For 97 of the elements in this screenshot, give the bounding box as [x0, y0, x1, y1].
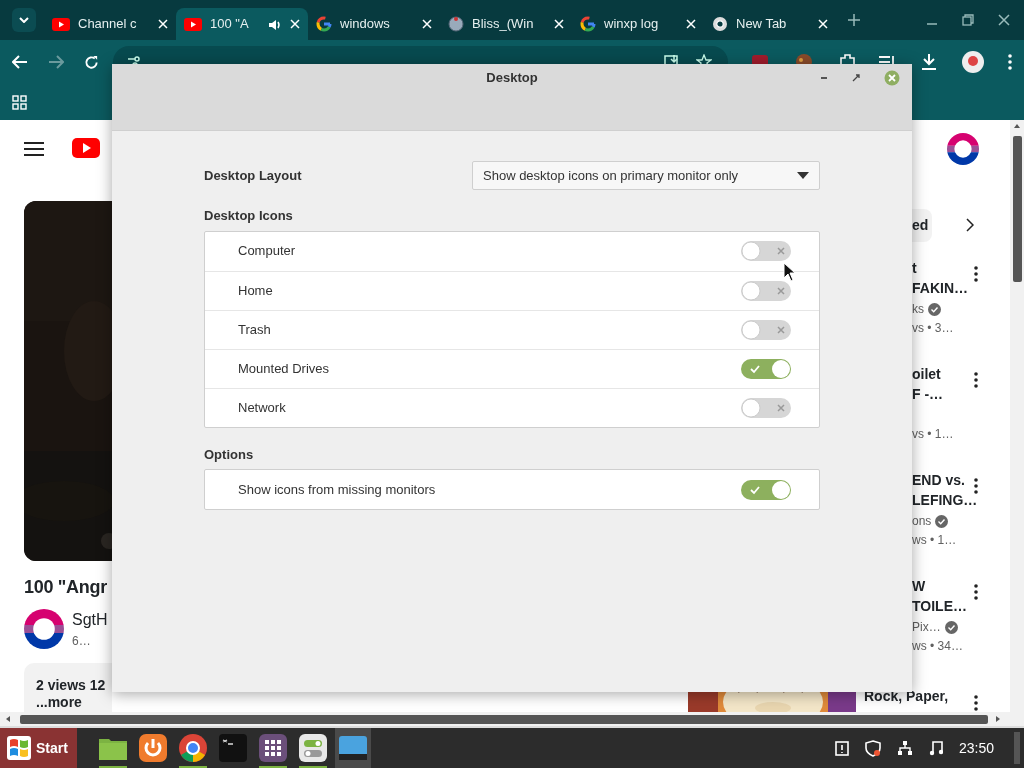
- channel-name[interactable]: Pix…: [912, 618, 941, 637]
- google-icon: [316, 16, 332, 32]
- layout-dropdown[interactable]: Show desktop icons on primary monitor only: [472, 161, 820, 190]
- more-icon[interactable]: [974, 371, 978, 388]
- subscriber-count: 6…: [72, 633, 92, 650]
- chevron-right-icon[interactable]: [966, 218, 975, 232]
- video-title[interactable]: t: [912, 258, 974, 278]
- toggle-switch[interactable]: [741, 280, 791, 301]
- scrollbar-thumb[interactable]: [1013, 136, 1022, 282]
- windows-logo-icon: [6, 735, 32, 761]
- video-stats: ws • 34…: [912, 638, 964, 655]
- video-title[interactable]: oilet: [912, 364, 974, 384]
- horizontal-scrollbar[interactable]: [0, 712, 1024, 726]
- download-icon[interactable]: [920, 53, 938, 71]
- setting-label: Trash: [238, 320, 271, 339]
- apps-grid-icon[interactable]: [12, 94, 27, 110]
- filter-chip[interactable]: ed: [912, 208, 933, 242]
- menu-icon[interactable]: [24, 141, 44, 157]
- clipboard-icon[interactable]: [834, 740, 849, 756]
- network-icon[interactable]: [896, 740, 913, 756]
- setting-label: Home: [238, 281, 273, 300]
- browser-tab[interactable]: Channel c: [44, 8, 176, 40]
- close-icon[interactable]: [554, 19, 564, 29]
- youtube-logo[interactable]: [72, 138, 100, 160]
- channel-name[interactable]: SgtH: [72, 608, 108, 632]
- maximize-button[interactable]: [852, 74, 860, 82]
- chrome-icon: [712, 16, 728, 32]
- more-icon[interactable]: [974, 694, 978, 711]
- more-icon[interactable]: [974, 583, 978, 600]
- tab-list-button[interactable]: [12, 8, 36, 32]
- video-stats: vs • 1…: [912, 426, 955, 443]
- browser-tab[interactable]: winxp log: [572, 8, 704, 40]
- restore-button[interactable]: [962, 14, 974, 26]
- toggle-switch[interactable]: [741, 241, 791, 261]
- new-tab-button[interactable]: [848, 14, 860, 26]
- browser-tab[interactable]: Bliss_(Win: [440, 8, 572, 40]
- toggle-switch[interactable]: [741, 358, 791, 379]
- setting-label: Network: [238, 398, 286, 417]
- setting-label: Mounted Drives: [238, 359, 330, 378]
- cursor-icon: [783, 262, 797, 282]
- more-icon[interactable]: [974, 265, 978, 282]
- toggle-switch[interactable]: [741, 479, 791, 500]
- minimize-button[interactable]: [820, 76, 828, 80]
- close-icon[interactable]: [686, 19, 696, 29]
- video-title[interactable]: END vs.: [912, 470, 974, 490]
- browser-tab[interactable]: New Tab: [704, 8, 836, 40]
- video-title[interactable]: W: [912, 576, 974, 596]
- close-icon[interactable]: [422, 19, 432, 29]
- close-button[interactable]: [998, 14, 1010, 26]
- video-title: 100 "Angr: [24, 576, 108, 598]
- vertical-scrollbar[interactable]: [1010, 120, 1024, 712]
- channel-name[interactable]: ons: [912, 512, 932, 531]
- globe-icon: [448, 16, 464, 32]
- video-title[interactable]: FAKIN…: [912, 278, 974, 298]
- toggle-switch[interactable]: [741, 397, 791, 418]
- toggle-switch[interactable]: [741, 319, 791, 340]
- section-heading: Desktop Icons: [204, 207, 294, 225]
- video-title[interactable]: TOILE…: [912, 596, 974, 616]
- setting-label: Show icons from missing monitors: [238, 480, 436, 499]
- view-count: 2 views 12: [36, 677, 107, 694]
- video-title[interactable]: LEFING…: [912, 490, 974, 510]
- setting-label: Computer: [238, 242, 296, 261]
- back-button[interactable]: [12, 55, 28, 69]
- chevron-down-icon: [19, 17, 29, 23]
- start-button[interactable]: Start: [0, 728, 77, 768]
- close-icon[interactable]: [158, 19, 168, 29]
- channel-name[interactable]: ks: [912, 300, 924, 319]
- browser-tab[interactable]: 100 "A: [176, 8, 308, 40]
- video-stats: ws • 1…: [912, 532, 958, 549]
- video-title[interactable]: F -…: [912, 384, 974, 404]
- more-link[interactable]: ...more: [36, 694, 112, 711]
- close-icon[interactable]: [818, 19, 828, 29]
- channel-avatar[interactable]: [24, 609, 64, 649]
- clock[interactable]: 23:50: [958, 739, 994, 757]
- shield-icon[interactable]: [864, 739, 881, 757]
- account-avatar[interactable]: [947, 133, 979, 165]
- more-icon[interactable]: [974, 477, 978, 494]
- minimize-icon: [926, 23, 938, 25]
- restore-icon: [962, 14, 974, 26]
- window-title: Desktop: [486, 69, 538, 88]
- desktop-icon[interactable]: [335, 728, 371, 768]
- caret-icon: [797, 172, 809, 179]
- google-icon: [580, 16, 596, 32]
- profile-avatar[interactable]: [962, 51, 984, 73]
- video-play-icon: [184, 17, 202, 31]
- section-heading: Options: [204, 445, 255, 464]
- close-icon[interactable]: [290, 19, 300, 29]
- browser-tab[interactable]: windows: [308, 8, 440, 40]
- video-play-icon: [52, 17, 70, 31]
- speaker-icon: [268, 17, 282, 32]
- reload-button[interactable]: [84, 54, 99, 70]
- more-icon[interactable]: [1008, 54, 1012, 70]
- video-stats: vs • 3…: [912, 320, 955, 337]
- field-label: Desktop Layout: [204, 166, 302, 185]
- close-icon: [998, 14, 1010, 26]
- forward-button[interactable]: [48, 55, 64, 69]
- music-icon[interactable]: [928, 740, 943, 756]
